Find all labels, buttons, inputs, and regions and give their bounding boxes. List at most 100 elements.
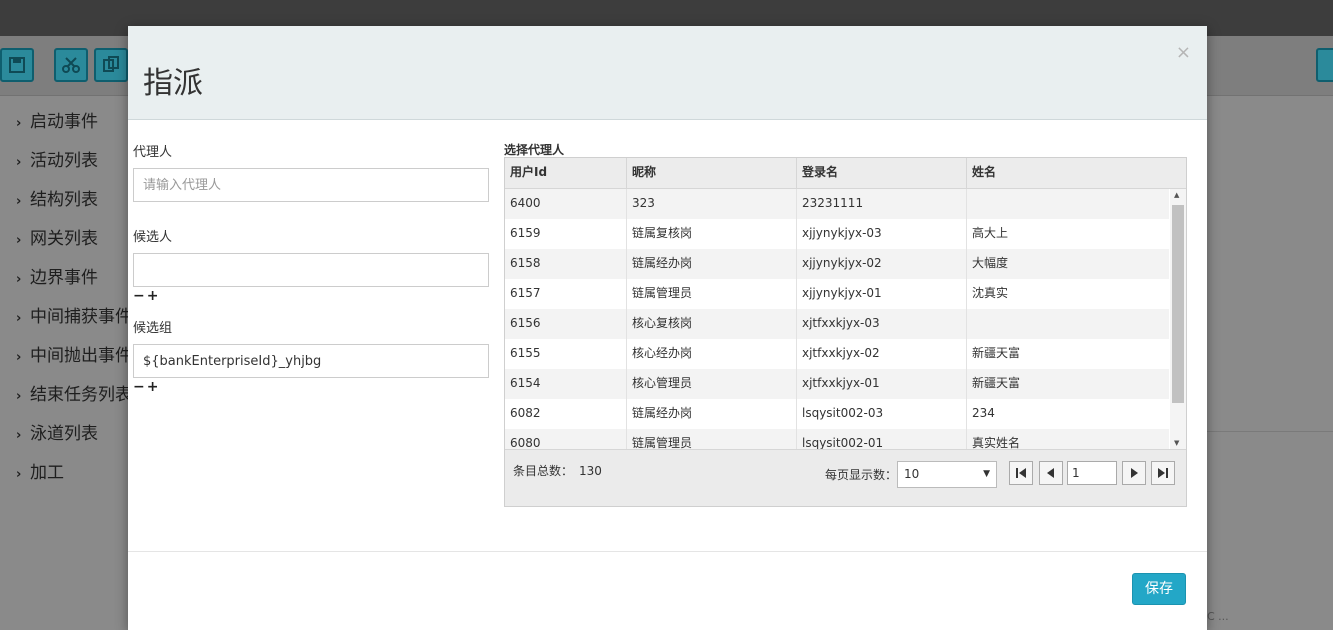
corner-text: C ... <box>1207 610 1229 623</box>
table-cell: 6156 <box>505 309 627 339</box>
prev-page-icon <box>1047 468 1054 478</box>
table-cell: lsqysit002-03 <box>797 399 967 429</box>
assignment-form: 代理人 候选人 −+ 候选组 −+ <box>133 141 490 396</box>
grid-title: 选择代理人 <box>504 143 565 157</box>
table-cell <box>967 309 1137 339</box>
candidate-users-label: 候选人 <box>133 230 173 245</box>
table-row[interactable]: 6155 核心经办岗 xjtfxxkjyx-02 新疆天富 <box>505 339 1169 369</box>
column-header[interactable]: 登录名 <box>797 158 967 188</box>
table-cell: 链属经办岗 <box>627 249 797 279</box>
user-grid: 用户Id 昵称 登录名 姓名 6400 323 23231111 6159 链属复核岗 x… <box>504 157 1187 507</box>
table-cell: 核心经办岗 <box>627 339 797 369</box>
save-icon[interactable] <box>0 48 34 82</box>
table-cell <box>967 189 1137 219</box>
table-cell: 6080 <box>505 429 627 449</box>
page-number-input[interactable]: 1 <box>1067 461 1117 485</box>
sidebar-item[interactable]: › 结构列表 <box>0 175 128 214</box>
sidebar-item[interactable]: › 中间捕获事件 <box>0 292 132 331</box>
candidate-groups-label: 候选组 <box>133 321 173 336</box>
table-cell: xjjynykjyx-03 <box>797 219 967 249</box>
minus-icon[interactable]: − <box>133 379 145 395</box>
sidebar-item[interactable]: › 中间抛出事件 <box>0 331 132 370</box>
assignee-label: 代理人 <box>133 145 173 160</box>
table-cell: 高大上 <box>972 226 1009 240</box>
table-row[interactable]: 6157 链属管理员 xjjynykjyx-01 沈真实 <box>505 279 1169 309</box>
column-header[interactable]: 用户Id <box>505 158 627 188</box>
sidebar-item[interactable]: › 启动事件 <box>0 97 128 136</box>
candidate-users-input[interactable] <box>133 253 489 287</box>
grid-header: 用户Id 昵称 登录名 姓名 <box>505 158 1186 189</box>
column-header[interactable]: 姓名 <box>967 158 1137 188</box>
plus-icon[interactable]: + <box>147 379 159 395</box>
table-row[interactable]: 6400 323 23231111 <box>505 189 1169 219</box>
table-cell: 核心管理员 <box>627 369 797 399</box>
candidate-groups-actions: − + <box>133 378 490 396</box>
table-row[interactable]: 6154 核心管理员 xjtfxxkjyx-01 新疆天富 <box>505 369 1169 399</box>
scroll-thumb[interactable] <box>1172 205 1184 403</box>
sidebar-item[interactable]: › 结束任务列表 <box>0 370 132 409</box>
table-cell: 核心复核岗 <box>627 309 797 339</box>
table-cell: 链属管理员 <box>627 279 797 309</box>
candidate-groups-input[interactable] <box>133 344 489 378</box>
table-row[interactable]: 6159 链属复核岗 xjjynykjyx-03 高大上 <box>505 219 1169 249</box>
chevron-right-icon: › <box>16 467 22 482</box>
table-cell: 6157 <box>505 279 627 309</box>
last-page-icon <box>1158 468 1168 478</box>
table-cell: xjjynykjyx-02 <box>797 249 967 279</box>
sidebar-item[interactable]: › 加工 <box>0 448 128 487</box>
sidebar-item[interactable]: › 边界事件 <box>0 253 128 292</box>
table-row[interactable]: 6156 核心复核岗 xjtfxxkjyx-03 <box>505 309 1169 339</box>
table-cell: lsqysit002-01 <box>797 429 967 449</box>
next-page-button[interactable] <box>1122 461 1146 485</box>
save-button[interactable]: 保存 <box>1132 573 1186 605</box>
app-right-panel <box>1207 96 1333 630</box>
last-page-button[interactable] <box>1151 461 1175 485</box>
first-page-button[interactable] <box>1009 461 1033 485</box>
dialog-title: 指派 <box>143 66 203 101</box>
close-icon[interactable]: × <box>1176 42 1191 63</box>
table-row[interactable]: 6082 链属经办岗 lsqysit002-03 234 <box>505 399 1169 429</box>
next-page-icon <box>1131 468 1138 478</box>
scroll-up-icon[interactable]: ▲ <box>1174 191 1179 199</box>
scrollbar[interactable]: ▲ ▼ <box>1170 189 1186 449</box>
first-page-icon <box>1016 468 1026 478</box>
dialog-header: 指派 × <box>128 26 1207 120</box>
table-cell: xjjynykjyx-01 <box>797 279 967 309</box>
table-cell: xjtfxxkjyx-03 <box>797 309 967 339</box>
table-cell: xjtfxxkjyx-01 <box>797 369 967 399</box>
table-cell: 链属复核岗 <box>627 219 797 249</box>
table-cell: 新疆天富 <box>972 376 1021 390</box>
assignee-input[interactable] <box>133 168 489 202</box>
table-cell: 新疆天富 <box>972 346 1021 360</box>
table-cell: 323 <box>627 189 797 219</box>
prev-page-button[interactable] <box>1039 461 1063 485</box>
footer-divider <box>128 551 1207 552</box>
total-count: 条目总数： 130 <box>513 464 602 478</box>
sidebar-item[interactable]: › 泳道列表 <box>0 409 128 448</box>
table-row[interactable]: 6158 链属经办岗 xjjynykjyx-02 大幅度 <box>505 249 1169 279</box>
table-cell: 6400 <box>505 189 627 219</box>
grid-body: 6400 323 23231111 6159 链属复核岗 xjjynykjyx-03 高大上… <box>505 189 1169 449</box>
pager: 条目总数： 130 每页显示数： 10 ▼ 1 <box>505 449 1186 506</box>
table-cell: 6082 <box>505 399 627 429</box>
table-cell: 沈真实 <box>972 286 1009 300</box>
copy-icon[interactable] <box>94 48 128 82</box>
sidebar-item[interactable]: › 网关列表 <box>0 214 128 253</box>
close-icon[interactable] <box>1316 48 1333 82</box>
minus-icon[interactable]: − <box>133 288 145 304</box>
page-size-select[interactable]: 10 ▼ <box>897 461 997 488</box>
scroll-down-icon[interactable]: ▼ <box>1174 439 1179 447</box>
candidate-users-actions: − + <box>133 287 490 305</box>
column-header[interactable]: 昵称 <box>627 158 797 188</box>
table-cell: 6155 <box>505 339 627 369</box>
table-row[interactable]: 6080 链属管理员 lsqysit002-01 真实姓名 <box>505 429 1169 449</box>
table-cell: 链属经办岗 <box>627 399 797 429</box>
table-cell: 大幅度 <box>972 256 1009 270</box>
chevron-down-icon: ▼ <box>983 469 990 479</box>
cut-icon[interactable] <box>54 48 88 82</box>
app-sidebar: › 启动事件 › 活动列表 › 结构列表 › 网关列表 › 边界事件 › 中间捕获事件 › 中… <box>0 97 132 630</box>
table-cell: 6154 <box>505 369 627 399</box>
sidebar-item[interactable]: › 活动列表 <box>0 136 128 175</box>
plus-icon[interactable]: + <box>147 288 159 304</box>
assign-dialog: 指派 × 代理人 候选人 −+ 候选组 −+ 选择代理人 用户Id 昵称 登录名… <box>128 26 1207 630</box>
